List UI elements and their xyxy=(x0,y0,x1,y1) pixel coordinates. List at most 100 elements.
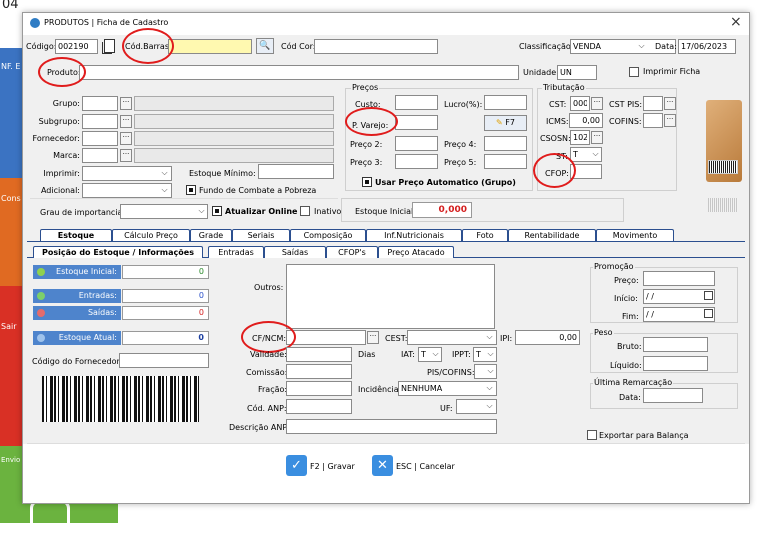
cst-pis-field[interactable] xyxy=(643,96,663,111)
tab-saidas[interactable]: Saídas xyxy=(264,246,326,258)
fornecedor-lookup-button[interactable]: ··· xyxy=(120,132,132,145)
f7-button[interactable]: ✎ F7 xyxy=(484,115,527,131)
st-value: T xyxy=(573,150,578,159)
codigo-field[interactable] xyxy=(55,39,98,54)
tab-movimento[interactable]: Movimento xyxy=(596,229,674,241)
background-nfe-label[interactable]: NF. E xyxy=(1,62,20,71)
ultima-remarcacao-data-field[interactable] xyxy=(643,388,703,403)
validade-field[interactable] xyxy=(286,347,352,362)
tab-foto[interactable]: Foto xyxy=(462,229,508,241)
peso-liquido-field[interactable] xyxy=(643,356,708,371)
comissao-field[interactable] xyxy=(286,364,352,379)
cod-anp-field[interactable] xyxy=(286,399,352,414)
chevron-down-icon[interactable]: ⌵ xyxy=(159,184,170,197)
csosn-lookup-button[interactable]: ··· xyxy=(591,131,603,144)
tab-preco-atacado[interactable]: Preço Atacado xyxy=(378,246,454,258)
icms-field[interactable] xyxy=(569,113,603,128)
chevron-down-icon[interactable]: ⌵ xyxy=(485,365,496,378)
peso-bruto-field[interactable] xyxy=(643,337,708,352)
gravar-button[interactable]: ✓ F2 | Gravar xyxy=(286,455,355,477)
subgrupo-lookup-button[interactable]: ··· xyxy=(120,115,132,128)
chevron-down-icon[interactable]: ⌵ xyxy=(485,348,496,361)
validade-label: Validade: xyxy=(250,350,287,359)
promocao-preco-field[interactable] xyxy=(643,271,715,286)
preco3-label: Preço 3: xyxy=(350,158,383,167)
calendar-icon[interactable] xyxy=(704,291,713,300)
lucro-label: Lucro(%): xyxy=(444,100,483,109)
custo-field[interactable] xyxy=(395,95,438,110)
csosn-field[interactable] xyxy=(570,130,590,145)
incidencia-value: NENHUMA xyxy=(401,384,443,393)
outros-field[interactable] xyxy=(286,264,495,329)
grupo-code-field[interactable] xyxy=(82,96,118,111)
cod-cor-field[interactable] xyxy=(314,39,438,54)
preco5-field[interactable] xyxy=(484,154,527,169)
cofins-lookup-button[interactable]: ··· xyxy=(664,114,676,127)
ipi-label: IPI: xyxy=(500,334,513,343)
marca-lookup-button[interactable]: ··· xyxy=(120,149,132,162)
lucro-field[interactable] xyxy=(484,95,527,110)
chevron-down-icon[interactable]: ⌵ xyxy=(430,348,441,361)
descricao-anp-field[interactable] xyxy=(286,419,497,434)
tab-inf-nutricionais[interactable]: Inf.Nutricionais xyxy=(366,229,462,241)
cest-label: CEST: xyxy=(385,334,408,343)
chevron-down-icon[interactable]: ⌵ xyxy=(159,167,170,180)
tab-cfops[interactable]: CFOP's xyxy=(326,246,378,258)
imprimir-ficha-checkbox[interactable] xyxy=(629,67,639,77)
cf-ncm-field[interactable] xyxy=(286,330,366,345)
tab-posicao-estoque[interactable]: Posição do Estoque / Informações xyxy=(33,246,203,258)
csosn-label: CSOSN: xyxy=(540,134,571,143)
close-icon[interactable]: × xyxy=(730,14,742,30)
tab-seriais[interactable]: Seriais xyxy=(232,229,290,241)
cancelar-button[interactable]: ✕ ESC | Cancelar xyxy=(372,455,455,477)
cod-barras-field[interactable] xyxy=(168,39,252,54)
fornecedor-code-field[interactable] xyxy=(82,131,118,146)
tab-composicao[interactable]: Composição xyxy=(290,229,366,241)
chevron-down-icon[interactable]: ⌵ xyxy=(590,148,601,161)
estoque-minimo-field[interactable] xyxy=(258,164,334,179)
fracao-label: Fração: xyxy=(258,385,288,394)
cst-field[interactable] xyxy=(570,96,590,111)
p-varejo-field[interactable] xyxy=(395,115,438,130)
tab-estoque[interactable]: Estoque xyxy=(40,229,112,241)
inativo-checkbox[interactable] xyxy=(300,206,310,216)
search-button[interactable]: 🔍 xyxy=(256,38,274,54)
cod-fornecedor-field[interactable] xyxy=(119,353,209,368)
fundo-combate-checkbox[interactable] xyxy=(186,185,196,195)
tab-grade[interactable]: Grade xyxy=(190,229,232,241)
produto-field[interactable] xyxy=(79,65,519,80)
chevron-down-icon[interactable]: ⌵ xyxy=(484,382,495,395)
barcode-image xyxy=(42,376,199,422)
chevron-down-icon[interactable]: ⌵ xyxy=(196,205,207,218)
fracao-field[interactable] xyxy=(286,381,352,396)
cf-ncm-lookup-button[interactable]: ··· xyxy=(367,331,379,344)
cofins-field[interactable] xyxy=(643,113,663,128)
chevron-down-icon[interactable]: ⌵ xyxy=(636,40,647,53)
marca-code-field[interactable] xyxy=(82,148,118,163)
preco2-field[interactable] xyxy=(395,136,438,151)
uf-label: UF: xyxy=(440,404,453,413)
chevron-down-icon[interactable]: ⌵ xyxy=(484,400,495,413)
grau-importancia-select[interactable] xyxy=(120,204,208,219)
calendar-icon[interactable] xyxy=(704,309,713,318)
tab-rentabilidade[interactable]: Rentabilidade xyxy=(508,229,596,241)
unidade-field[interactable] xyxy=(557,65,597,80)
data-field[interactable] xyxy=(678,39,736,54)
background-tile-red[interactable] xyxy=(0,286,22,446)
cst-lookup-button[interactable]: ··· xyxy=(591,97,603,110)
atualizar-online-checkbox[interactable] xyxy=(212,206,222,216)
chevron-down-icon[interactable]: ⌵ xyxy=(484,331,495,344)
exportar-balanca-checkbox[interactable] xyxy=(587,430,597,440)
minus-icon xyxy=(37,309,45,317)
tab-calculo-preco[interactable]: Cálculo Preço xyxy=(112,229,190,241)
incidencia-select[interactable]: NENHUMA xyxy=(398,381,497,396)
cst-pis-lookup-button[interactable]: ··· xyxy=(664,97,676,110)
preco4-field[interactable] xyxy=(484,136,527,151)
ipi-field[interactable] xyxy=(515,330,580,345)
grupo-lookup-button[interactable]: ··· xyxy=(120,97,132,110)
preco3-field[interactable] xyxy=(395,154,438,169)
cancelar-label: ESC | Cancelar xyxy=(396,462,455,471)
subgrupo-code-field[interactable] xyxy=(82,114,118,129)
tab-entradas[interactable]: Entradas xyxy=(208,246,264,258)
usar-preco-auto-checkbox[interactable] xyxy=(362,177,372,187)
